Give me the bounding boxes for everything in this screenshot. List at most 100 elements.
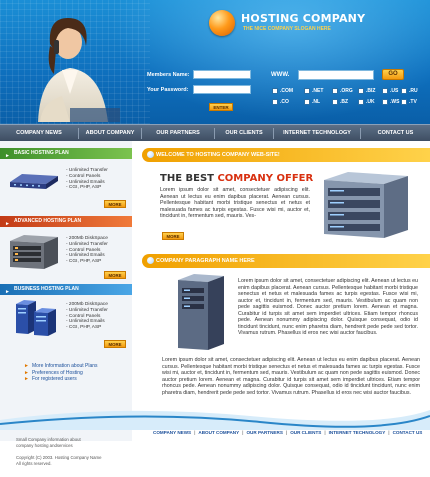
footer-info: Small Company information about company …	[16, 437, 81, 448]
nav-contact-us[interactable]: CONTACT US	[361, 125, 430, 142]
tld-checkbox-ru[interactable]: .RU	[401, 88, 418, 94]
sidebar-link-registered-users[interactable]: ► For registered users	[24, 376, 98, 383]
bullet-dot-icon	[147, 257, 154, 264]
business-plan-more-button[interactable]: MORE	[104, 340, 126, 348]
tld-checkbox-bz[interactable]: .BZ	[332, 99, 348, 105]
tld-label: .WS	[390, 99, 400, 105]
basic-plan-server-image	[10, 174, 58, 189]
advanced-plan-header: ► ADVANCED HOSTING PLAN	[0, 216, 132, 227]
tld-label: .NL	[312, 99, 321, 105]
business-plan-features: - 200Mb DiskSpace - Unlimited Transfer -…	[66, 302, 108, 331]
footer-separator: |	[242, 430, 244, 435]
tld-label: .ORG	[340, 88, 353, 94]
header-banner: HOSTING COMPANY THE NICE COMPANY SLOGAN …	[0, 0, 430, 124]
tower-server-image	[178, 274, 224, 350]
welcome-more-button[interactable]: MORE	[162, 232, 184, 240]
feature-item: - Unlimited Transfer	[66, 241, 108, 247]
tld-checkbox-com[interactable]: .COM	[272, 88, 293, 94]
feature-item: - Unlimited Transfer	[66, 307, 108, 313]
footer-link-company-news[interactable]: COMPANY NEWS	[153, 430, 191, 435]
nav-our-partners[interactable]: OUR PARTNERS	[142, 125, 214, 142]
feature-item: - 200Mb DiskSpace	[66, 302, 108, 307]
tld-label: .NET	[312, 88, 324, 94]
arrow-right-icon: ►	[5, 289, 10, 295]
feature-item: - 200Mb DiskSpace	[66, 236, 108, 241]
basic-plan-header: ► BASIC HOSTING PLAN	[0, 148, 132, 159]
operator-photo	[38, 18, 120, 122]
members-name-input[interactable]	[193, 70, 251, 79]
password-input[interactable]	[193, 85, 251, 94]
paragraph-bar-title: COMPANY PARAGRAPH NAME HERE	[156, 258, 255, 264]
paragraph-text-1: Lorem ipsum dolor sit amet, consectetuer…	[238, 278, 418, 336]
business-plan-header: ► BUSINESS HOSTING PLAN	[0, 284, 132, 295]
nav-internet-technology[interactable]: INTERNET TECHNOLOGY	[274, 125, 360, 142]
welcome-bar: WELCOME TO HOSTING COMPANY WEB-SITE!	[142, 148, 430, 162]
nav-our-clients[interactable]: OUR CLIENTS	[215, 125, 273, 142]
arrow-right-icon: ►	[24, 376, 29, 382]
advanced-plan-features: - 200Mb DiskSpace - Unlimited Transfer -…	[66, 236, 108, 265]
footer-link-our-clients[interactable]: OUR CLIENTS	[290, 430, 321, 435]
footer-info-line1: Small Company information about	[16, 437, 81, 442]
arrow-right-icon: ►	[5, 221, 10, 227]
checkbox-icon	[401, 99, 407, 105]
members-name-label: Members Name:	[147, 72, 190, 78]
tld-label: .US	[390, 88, 399, 94]
footer-separator: |	[324, 430, 326, 435]
advanced-plan-more-button[interactable]: MORE	[104, 271, 126, 279]
business-plan-title: BUSINESS HOSTING PLAN	[14, 286, 79, 292]
paragraph-bar: COMPANY PARAGRAPH NAME HERE	[142, 254, 430, 268]
footer-link-internet-technology[interactable]: INTERNET TECHNOLOGY	[329, 430, 386, 435]
feature-item: - CGI, PHP, ASP	[66, 325, 102, 331]
checkbox-icon	[382, 88, 388, 94]
best-offer-title-part1: THE BEST	[160, 173, 218, 184]
checkbox-icon	[401, 88, 407, 94]
tld-label: .RU	[409, 88, 418, 94]
domain-input[interactable]	[298, 70, 374, 80]
checkbox-icon	[272, 99, 278, 105]
advanced-plan-server-image	[10, 235, 58, 269]
footer-separator: |	[194, 430, 196, 435]
paragraph-text-2: Lorem ipsum dolor sit amet, consectetuer…	[162, 357, 420, 396]
www-label: WWW.	[271, 72, 290, 78]
checkbox-icon	[332, 88, 338, 94]
main-nav: COMPANY NEWS ABOUT COMPANY OUR PARTNERS …	[0, 124, 430, 141]
tld-checkbox-biz[interactable]: .BIZ	[358, 88, 375, 94]
tld-label: .TV	[409, 99, 417, 105]
tld-checkbox-ws[interactable]: .WS	[382, 99, 399, 105]
nav-about-company[interactable]: ABOUT COMPANY	[79, 125, 141, 142]
tld-checkbox-net[interactable]: .NET	[304, 88, 323, 94]
checkbox-icon	[304, 88, 310, 94]
welcome-text: Lorem ipsum dolor sit amet, consectetuer…	[160, 187, 310, 219]
basic-plan-features: - Unlimited Transfer - Control Panels - …	[66, 168, 108, 191]
tld-label: .BZ	[340, 99, 349, 105]
copyright-line1: Copyright (C) 2003. Hosting Company Name	[16, 455, 102, 460]
tld-label: .BIZ	[366, 88, 376, 94]
footer-info-line2: company hosting andservices	[16, 442, 73, 448]
enter-button[interactable]: ENTER	[209, 103, 233, 111]
tld-checkbox-org[interactable]: .ORG	[332, 88, 353, 94]
footer-link-contact-us[interactable]: CONTACT US	[393, 430, 423, 435]
sidebar-links: ► More Information about Plans ► Preferenc…	[24, 363, 98, 383]
footer-copyright: Copyright (C) 2003. Hosting Company Name…	[16, 455, 102, 466]
go-button[interactable]: GO	[382, 69, 404, 80]
basic-plan-more-button[interactable]: MORE	[104, 200, 126, 208]
bullet-dot-icon	[147, 151, 154, 158]
footer-link-our-partners[interactable]: OUR PARTNERS	[246, 430, 282, 435]
tld-checkbox-uk[interactable]: .UK	[358, 99, 375, 105]
tld-checkbox-co[interactable]: .CO	[272, 99, 289, 105]
checkbox-icon	[382, 99, 388, 105]
footer-nav: COMPANY NEWS | ABOUT COMPANY | OUR PARTNER…	[153, 430, 422, 435]
footer-separator: |	[285, 430, 288, 435]
tld-checkbox-tv[interactable]: .TV	[401, 99, 417, 105]
feature-item: - CGI, PHP, ASP	[66, 185, 102, 191]
checkbox-icon	[304, 99, 310, 105]
footer-separator: |	[388, 430, 390, 435]
advanced-plan-title: ADVANCED HOSTING PLAN	[14, 218, 82, 224]
tld-checkbox-us[interactable]: .US	[382, 88, 398, 94]
business-plan-server-image	[16, 300, 56, 336]
nav-company-news[interactable]: COMPANY NEWS	[0, 125, 78, 142]
checkbox-icon	[358, 99, 364, 105]
tld-label: .UK	[366, 99, 375, 105]
tld-checkbox-nl[interactable]: .NL	[304, 99, 320, 105]
footer-link-about-company[interactable]: ABOUT COMPANY	[198, 430, 239, 435]
